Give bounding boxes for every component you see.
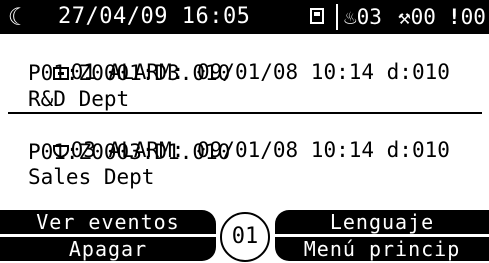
softkey-bar: Ver eventos Apagar Lenguaje Menú princip… (0, 210, 489, 263)
alert-count: 00 (460, 5, 486, 29)
battery-icon (310, 8, 324, 24)
event-2-address: P01:Z0003:D1.010 (28, 140, 231, 164)
panel-screen: ☾ 27/04/09 16:05 ♨03 ⚒00 !00 01 ALARM: 0… (0, 0, 489, 263)
fire-count: 03 (356, 5, 382, 29)
fault-count: 00 (410, 5, 436, 29)
exclamation-icon: ! (448, 5, 461, 29)
wrench-icon: ⚒ (398, 5, 411, 29)
alert-counter: !00 (448, 3, 486, 31)
fire-icon: ♨ (344, 5, 357, 29)
language-button[interactable]: Lenguaje (275, 210, 489, 234)
power-off-button[interactable]: Apagar (0, 237, 216, 261)
fire-counter: ♨03 (344, 3, 382, 31)
fault-counter: ⚒00 (398, 3, 436, 31)
status-divider (336, 4, 338, 30)
moon-icon: ☾ (8, 3, 23, 31)
status-datetime: 27/04/09 16:05 (58, 4, 251, 29)
event-2-location: Sales Dept (28, 165, 155, 189)
event-1-address: P01:Z0001:D3.010 (28, 61, 231, 85)
main-menu-button[interactable]: Menú princip (275, 237, 489, 261)
center-badge[interactable]: 01 (220, 212, 270, 262)
view-events-button[interactable]: Ver eventos (0, 210, 216, 234)
status-bar: ☾ 27/04/09 16:05 ♨03 ⚒00 !00 (0, 0, 489, 34)
event-1-location: R&D Dept (28, 87, 130, 111)
